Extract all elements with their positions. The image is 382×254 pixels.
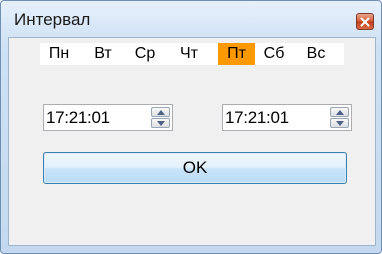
weekday-selector: Пн Вт Ср Чт Пт Сб Вс (40, 43, 344, 65)
close-button[interactable] (356, 13, 374, 30)
arrow-down-icon (335, 120, 344, 126)
dialog-body (8, 37, 376, 246)
arrow-up-icon (156, 109, 165, 115)
close-icon (360, 17, 370, 26)
time-from-spinner[interactable] (151, 107, 170, 128)
window-title: Интервал (14, 10, 91, 29)
day-sun[interactable]: Вс (302, 43, 330, 65)
arrow-down-icon (156, 120, 165, 126)
day-tue[interactable]: Вт (89, 43, 117, 65)
time-from-increment-button[interactable] (151, 107, 170, 117)
title-bar[interactable]: Интервал (1, 1, 381, 37)
day-sat[interactable]: Сб (260, 43, 288, 65)
day-thu[interactable]: Чт (175, 43, 203, 65)
day-fri[interactable]: Пт (218, 43, 255, 65)
time-from-field[interactable]: 17:21:01 (43, 104, 173, 131)
time-from-value[interactable]: 17:21:01 (46, 105, 110, 130)
time-to-increment-button[interactable] (330, 107, 349, 117)
interval-dialog: Интервал Пн Вт Ср Чт Пт Сб Вс 17:21:01 1… (0, 0, 382, 254)
time-to-spinner[interactable] (330, 107, 349, 128)
ok-button[interactable]: OK (43, 152, 347, 184)
day-mon[interactable]: Пн (44, 43, 74, 65)
time-to-decrement-button[interactable] (330, 118, 349, 128)
time-to-field[interactable]: 17:21:01 (222, 104, 352, 131)
time-from-decrement-button[interactable] (151, 118, 170, 128)
arrow-up-icon (335, 109, 344, 115)
day-wed[interactable]: Ср (131, 43, 159, 65)
time-to-value[interactable]: 17:21:01 (225, 105, 289, 130)
